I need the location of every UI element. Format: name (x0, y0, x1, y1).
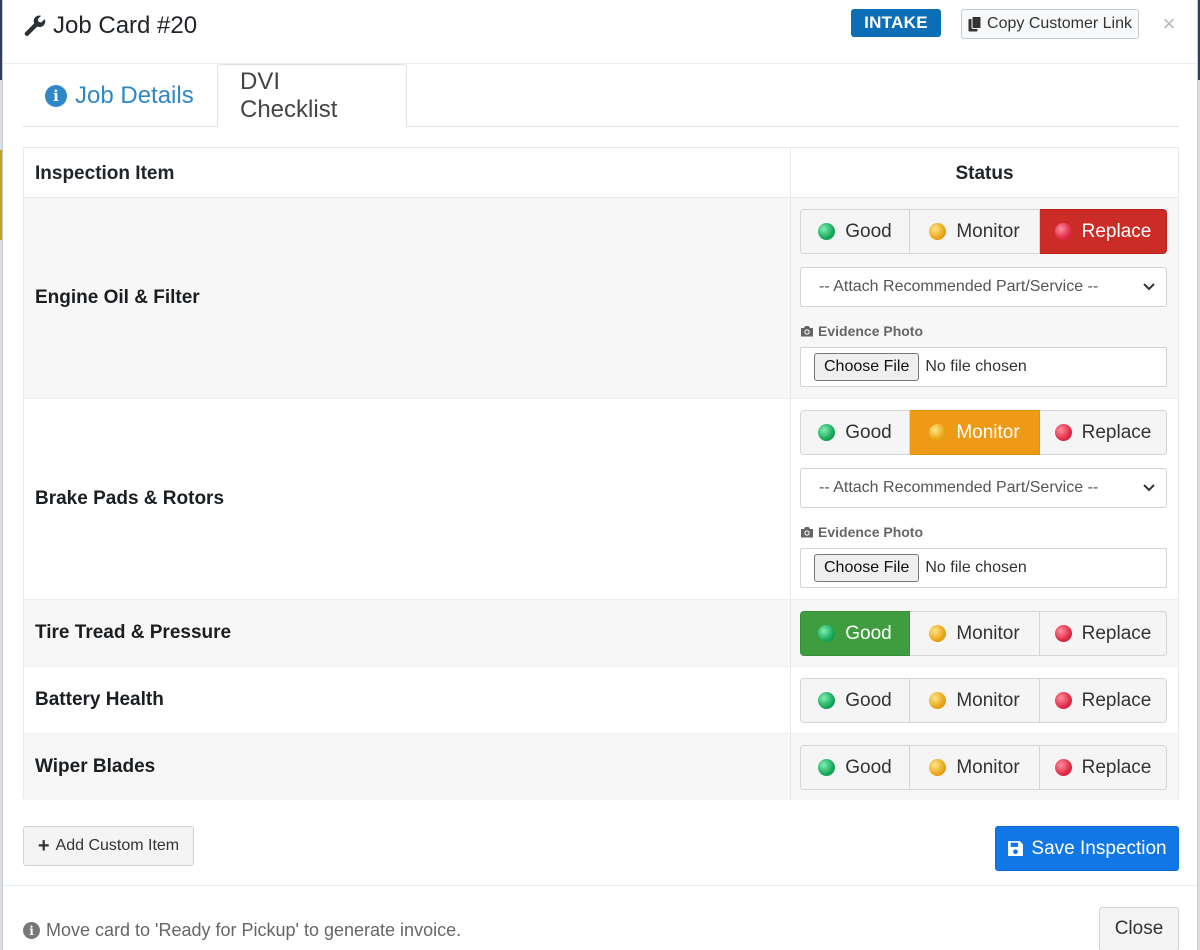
inspection-table: Inspection Item Status Engine Oil & Filt… (23, 147, 1179, 800)
status-monitor-button[interactable]: Monitor (910, 745, 1040, 790)
inspection-item-label: Engine Oil & Filter (35, 287, 200, 308)
table-row: Brake Pads & Rotors Good Monitor Replace… (24, 399, 1178, 600)
save-inspection-button[interactable]: Save Inspection (995, 826, 1179, 871)
recommended-part-select[interactable]: -- Attach Recommended Part/Service -- (800, 267, 1167, 307)
info-icon: i (23, 922, 40, 939)
status-button-group: Good Monitor Replace (800, 678, 1167, 723)
green-dot-icon (818, 424, 836, 441)
modal-title: Job Card #20 (23, 10, 197, 42)
status-replace-button[interactable]: Replace (1040, 611, 1167, 656)
job-card-modal: Job Card #20 INTAKE Copy Customer Link ×… (2, 0, 1198, 950)
status-replace-button[interactable]: Replace (1040, 745, 1167, 790)
green-dot-icon (818, 625, 836, 642)
evidence-photo-label: Evidence Photo (800, 524, 923, 540)
camera-icon (801, 527, 813, 538)
inspection-item-label: Battery Health (35, 689, 164, 710)
tab-label: DVI Checklist (240, 68, 338, 123)
red-dot-icon (1054, 424, 1072, 441)
yellow-dot-icon (929, 759, 947, 776)
column-header-status: Status (790, 148, 1178, 198)
status-monitor-button[interactable]: Monitor (910, 678, 1040, 723)
green-dot-icon (818, 223, 836, 240)
inspection-item-label: Wiper Blades (35, 756, 156, 777)
copy-customer-link-button[interactable]: Copy Customer Link (961, 9, 1139, 39)
chevron-down-icon (1143, 484, 1155, 492)
recommended-part-select[interactable]: -- Attach Recommended Part/Service -- (800, 468, 1167, 508)
status-button-group: Good Monitor Replace (800, 611, 1167, 656)
status-button-group: Good Monitor Replace (800, 410, 1167, 455)
red-dot-icon (1054, 692, 1072, 709)
file-status-text: No file chosen (925, 559, 1027, 576)
status-good-button[interactable]: Good (800, 410, 910, 455)
footer-hint: i Move card to 'Ready for Pickup' to gen… (23, 920, 461, 941)
file-status-text: No file chosen (925, 358, 1027, 375)
yellow-dot-icon (929, 424, 947, 441)
table-row: Battery Health Good Monitor Replace (24, 667, 1178, 734)
evidence-photo-input: Choose File No file chosen (800, 548, 1167, 588)
close-icon[interactable]: × (1157, 12, 1181, 36)
info-icon: i (45, 84, 67, 107)
status-badge: INTAKE (851, 9, 941, 37)
status-replace-button[interactable]: Replace (1040, 410, 1167, 455)
column-header-item: Inspection Item (35, 163, 175, 184)
tab-job-details[interactable]: i Job Details (23, 64, 217, 127)
tab-bar: i Job Details DVI Checklist (23, 64, 1179, 128)
red-dot-icon (1054, 223, 1072, 240)
modal-footer: i Move card to 'Ready for Pickup' to gen… (3, 885, 1197, 950)
copy-link-label: Copy Customer Link (987, 15, 1132, 32)
floppy-disk-icon (1008, 841, 1024, 856)
status-good-button[interactable]: Good (800, 209, 910, 254)
status-good-button[interactable]: Good (800, 678, 910, 723)
green-dot-icon (818, 692, 836, 709)
tab-dvi-checklist[interactable]: DVI Checklist (217, 64, 407, 128)
evidence-photo-input: Choose File No file chosen (800, 347, 1167, 387)
yellow-dot-icon (929, 692, 947, 709)
green-dot-icon (818, 759, 836, 776)
table-header: Inspection Item Status (24, 148, 1178, 198)
yellow-dot-icon (929, 223, 947, 240)
status-button-group: Good Monitor Replace (800, 745, 1167, 790)
wrench-icon (24, 15, 46, 36)
copy-icon (968, 16, 982, 32)
tab-label: Job Details (75, 81, 194, 109)
status-good-button[interactable]: Good (800, 745, 910, 790)
status-replace-button[interactable]: Replace (1040, 209, 1167, 254)
choose-file-button[interactable]: Choose File (814, 554, 920, 582)
red-dot-icon (1054, 625, 1072, 642)
status-replace-button[interactable]: Replace (1040, 678, 1167, 723)
choose-file-button[interactable]: Choose File (814, 353, 920, 381)
red-dot-icon (1054, 759, 1072, 776)
evidence-photo-label: Evidence Photo (800, 323, 923, 339)
table-row: Wiper Blades Good Monitor Replace (24, 734, 1178, 800)
inspection-item-label: Brake Pads & Rotors (35, 488, 225, 509)
table-row: Engine Oil & Filter Good Monitor Replace… (24, 198, 1178, 399)
camera-icon (801, 326, 813, 337)
yellow-dot-icon (929, 625, 947, 642)
status-monitor-button[interactable]: Monitor (910, 611, 1040, 656)
status-monitor-button[interactable]: Monitor (910, 209, 1040, 254)
status-good-button[interactable]: Good (800, 611, 910, 656)
modal-title-text: Job Card #20 (53, 12, 198, 39)
table-row: Tire Tread & Pressure Good Monitor Repla… (24, 600, 1178, 667)
status-monitor-button[interactable]: Monitor (910, 410, 1040, 455)
chevron-down-icon (1143, 283, 1155, 291)
add-custom-item-button[interactable]: + Add Custom Item (23, 826, 194, 866)
status-button-group: Good Monitor Replace (800, 209, 1167, 254)
inspection-item-label: Tire Tread & Pressure (35, 622, 232, 643)
close-button[interactable]: Close (1099, 907, 1179, 950)
plus-icon: + (37, 835, 50, 857)
modal-header: Job Card #20 INTAKE Copy Customer Link × (3, 0, 1197, 64)
